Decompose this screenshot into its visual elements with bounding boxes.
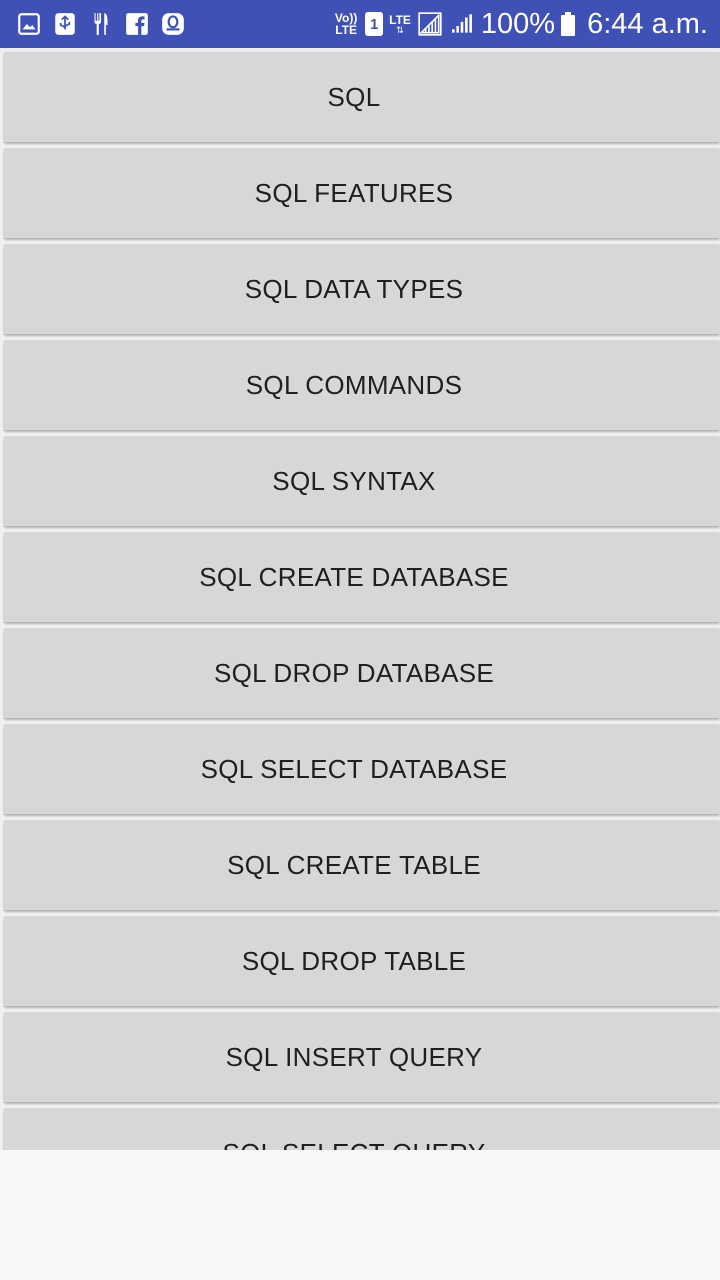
cell-signal-icon (449, 11, 475, 37)
menu-button-label: SQL DROP TABLE (241, 945, 467, 976)
menu-button-label: SQL FEATURES (254, 177, 454, 208)
menu-button-label: SQL SELECT DATABASE (200, 753, 508, 784)
lte-signal-icon (417, 11, 443, 37)
blank-bottom-area (0, 1150, 720, 1280)
battery-icon (561, 12, 576, 36)
menu-button[interactable]: SQL CREATE TABLE (4, 820, 720, 910)
battery-percent: 100% (480, 7, 556, 40)
menu-button[interactable]: SQL DROP DATABASE (4, 628, 720, 718)
menu-button[interactable]: SQL DATA TYPES (4, 244, 720, 334)
data-arrows-icon: ⇅ (396, 24, 404, 35)
notification-icons (16, 8, 186, 40)
volte-label: Vo)) LTE (334, 11, 358, 37)
menu-button[interactable]: SQL CREATE DATABASE (4, 532, 720, 622)
menu-button-label: SQL (327, 81, 381, 112)
sim-slot-badge: 1 (365, 12, 384, 36)
image-icon (16, 11, 42, 37)
menu-button[interactable]: SQL (4, 52, 720, 142)
menu-button[interactable]: SQL FEATURES (4, 148, 720, 238)
menu-button[interactable]: SQL COMMANDS (4, 340, 720, 430)
system-indicators: Vo)) LTE 1 LTE ⇅ 100% 6:44 a.m. (333, 6, 708, 42)
menu-button[interactable]: SQL DROP TABLE (4, 916, 720, 1006)
menu-button-label: SQL INSERT QUERY (225, 1041, 483, 1072)
menu-button-label: SQL SYNTAX (272, 465, 436, 496)
lte-indicator: LTE ⇅ (389, 14, 411, 35)
usb-icon (52, 11, 78, 37)
facebook-icon (124, 11, 150, 37)
menu-button[interactable]: SQL SYNTAX (4, 436, 720, 526)
menu-button-label: SQL DROP DATABASE (213, 657, 495, 688)
menu-button[interactable]: SQL SELECT QUERY (4, 1108, 720, 1150)
menu-button-label: SQL CREATE TABLE (227, 849, 481, 880)
menu-button[interactable]: SQL SELECT DATABASE (4, 724, 720, 814)
lte-label: LTE (389, 12, 411, 27)
menu-button-label: SQL SELECT QUERY (223, 1138, 486, 1151)
clock-time: 6:44 a.m. (587, 7, 708, 40)
menu-list[interactable]: SQL SQL FEATURES SQL DATA TYPES SQL COMM… (0, 48, 720, 1150)
menu-button-label: SQL DATA TYPES (244, 273, 464, 304)
restaurant-icon (88, 11, 114, 37)
menu-button-label: SQL CREATE DATABASE (199, 561, 509, 592)
status-bar: Vo)) LTE 1 LTE ⇅ 100% 6:44 a.m. (0, 0, 720, 48)
opera-icon (160, 11, 186, 37)
menu-button-label: SQL COMMANDS (245, 369, 463, 400)
menu-button[interactable]: SQL INSERT QUERY (4, 1012, 720, 1102)
